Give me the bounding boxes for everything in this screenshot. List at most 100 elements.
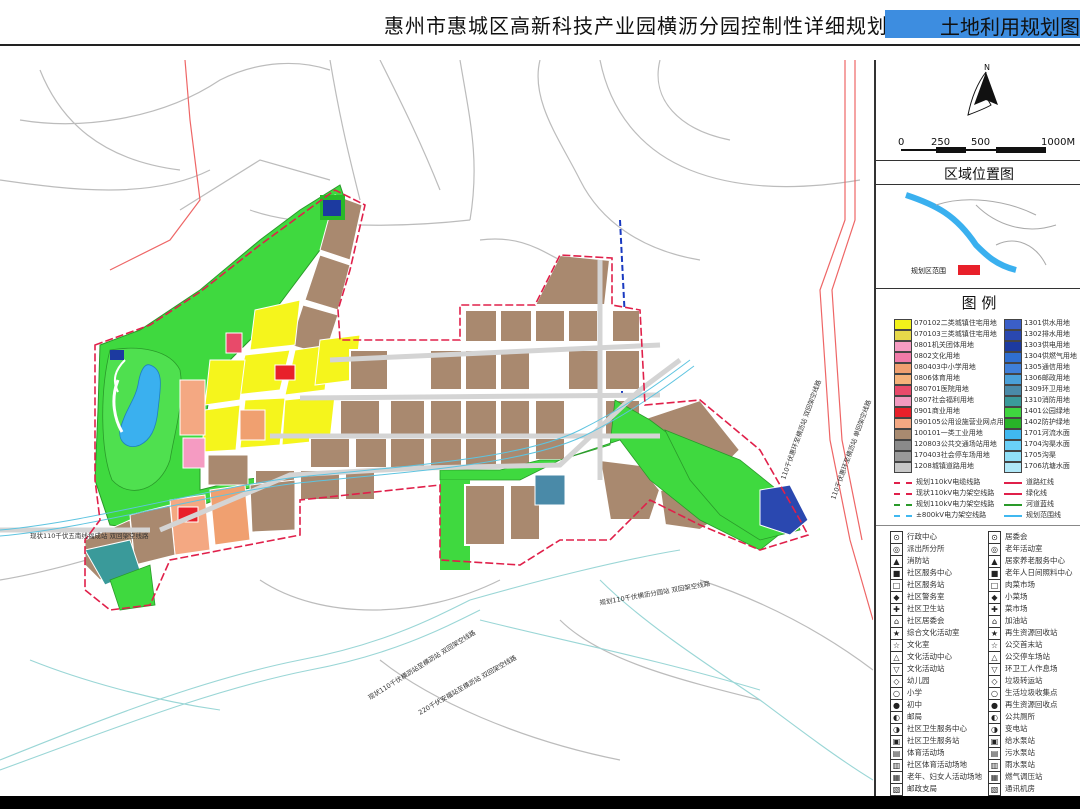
plan-range-marker	[958, 265, 980, 275]
legend-line-label: 规划110kV电缆线路	[916, 478, 981, 486]
legend-label: 080701医院用地	[914, 385, 969, 393]
legend-symbol-label: 初中	[907, 700, 922, 709]
legend-line-swatch	[894, 515, 912, 517]
legend-swatch	[1004, 407, 1022, 418]
legend-symbol-label: 燃气调压站	[1005, 772, 1043, 781]
scale-tick-1000: 1000M	[1041, 137, 1075, 148]
legend-label: 1309环卫用地	[1024, 385, 1070, 393]
legend-symbol-label: 给水泵站	[1005, 736, 1035, 745]
legend-swatch	[894, 374, 912, 385]
legend-swatch	[894, 352, 912, 363]
legend-symbol-label: 加油站	[1005, 616, 1028, 625]
legend-swatch	[1004, 341, 1022, 352]
sheet-name: 土地利用规划图	[940, 15, 1080, 39]
legend-label: 080403中小学用地	[914, 363, 976, 371]
legend-line-swatch	[894, 482, 912, 484]
legend-label: 120803公共交通场站用地	[914, 440, 997, 448]
legend-swatch	[1004, 385, 1022, 396]
legend-line-swatch	[894, 504, 912, 506]
legend-label: 1301供水用地	[1024, 319, 1070, 327]
north-label: N	[984, 63, 990, 72]
scale-section: N 0 250 500 1000M	[898, 63, 1075, 153]
scale-tick-0: 0	[898, 137, 904, 148]
legend-symbol-label: 邮局	[907, 712, 922, 721]
legend-swatch	[1004, 396, 1022, 407]
legend-swatch	[894, 418, 912, 429]
legend-symbol-label: 垃圾转运站	[1005, 676, 1043, 685]
legend-line-label: 现状110kV电力架空线路	[916, 489, 995, 497]
legend-label: 1302排水用地	[1024, 330, 1070, 338]
legend-symbol-label: 综合文化活动室	[907, 628, 960, 637]
legend-symbol-label: 邮政支局	[907, 784, 937, 793]
title-bar: 惠州市惠城区高新科技产业园横沥分园控制性详细规划 土地利用规划图	[0, 0, 1080, 46]
legend-swatch	[894, 429, 912, 440]
scale-tick-250: 250	[931, 137, 950, 148]
legend-line-label: 道路红线	[1026, 478, 1054, 486]
legend-line-label: 河道蓝线	[1026, 500, 1054, 508]
legend-symbol-label: 公共厕所	[1005, 712, 1035, 721]
legend-label: 0807社会福利用地	[914, 396, 974, 404]
legend-label: 1305通信用地	[1024, 363, 1070, 371]
legend-label: 1304供燃气用地	[1024, 352, 1077, 360]
legend-symbol-label: 幼儿园	[907, 676, 930, 685]
legend-line-label: 规划110kV电力架空线路	[916, 500, 995, 508]
legend-symbol-label: 居家养老服务中心	[1005, 556, 1065, 565]
legend-swatch	[894, 396, 912, 407]
legend-symbol-label: 环卫工人作息场	[1005, 664, 1058, 673]
legend-symbol-label: 社区服务中心	[907, 568, 952, 577]
legend-symbol-label: 社区卫生服务中心	[907, 724, 967, 733]
legend-swatch	[894, 440, 912, 451]
legend-symbol-label: 变电站	[1005, 724, 1028, 733]
plan-range-label: 规划区范围	[911, 266, 946, 275]
legend-symbol-label: 社区卫生服务站	[907, 736, 960, 745]
legend-line-swatch	[1004, 515, 1022, 517]
legend-symbol-label: 公交首末站	[1005, 640, 1043, 649]
legend-swatch	[894, 319, 912, 330]
legend-symbol-label: 居委会	[1005, 532, 1028, 541]
legend-label: 070102二类城镇住宅用地	[914, 319, 997, 327]
legend-label: 100101一类工业用地	[914, 429, 983, 437]
legend-swatch	[1004, 363, 1022, 374]
plan-sheet: 惠州市惠城区高新科技产业园横沥分园控制性详细规划 土地利用规划图 现状110千伏…	[0, 0, 1080, 796]
land-use-map[interactable]: 现状110千伏五南线福成站 双回架空线路 现状110千伏横沥站至横沥站 双回架空…	[0, 60, 873, 796]
legend-symbol-label: 通讯机房	[1005, 784, 1035, 793]
legend-swatch	[894, 385, 912, 396]
legend-label: 1705沟渠	[1024, 451, 1056, 459]
legend-line-label: 绿化线	[1026, 489, 1047, 497]
legend-line-label: 规划范围线	[1026, 511, 1061, 519]
facility-symbol-icon: ▧	[890, 783, 903, 796]
legend-symbol-label: 消防站	[907, 556, 930, 565]
legend-swatch	[894, 341, 912, 352]
legend-symbol-label: 文化活动站	[907, 664, 945, 673]
legend-symbol-label: 小学	[907, 688, 922, 697]
location-map: 规划区范围	[905, 192, 1057, 275]
legend-label: 1306邮政用地	[1024, 374, 1070, 382]
legend-swatch	[1004, 462, 1022, 473]
legend-swatch	[1004, 330, 1022, 341]
legend-symbol-label: 文化活动中心	[907, 652, 952, 661]
legend-swatch	[894, 451, 912, 462]
legend-panel: N 0 250 500 1000M 区域位置图 规划区范围 图 例 070102…	[874, 60, 1080, 796]
legend-swatch	[1004, 451, 1022, 462]
legend-line-swatch	[1004, 493, 1022, 495]
legend-symbol-label: 老年、妇女人活动场地	[907, 772, 982, 781]
legend-swatch	[1004, 440, 1022, 451]
legend-symbol-label: 社区服务站	[907, 580, 945, 589]
legend-label: 0901商业用地	[914, 407, 960, 415]
legend-label: 0802文化用地	[914, 352, 960, 360]
legend-label: 1706坑塘水面	[1024, 462, 1070, 470]
legend-symbol-label: 老年活动室	[1005, 544, 1043, 553]
legend-line-swatch	[894, 493, 912, 495]
legend-symbol-label: 污水泵站	[1005, 748, 1035, 757]
legend-swatch	[894, 363, 912, 374]
legend-symbol-label: 体育活动场	[907, 748, 945, 757]
map-label-road-1: 现状110千伏五南线福成站 双回架空线路	[30, 531, 149, 540]
legend-symbol-label: 菜市场	[1005, 604, 1028, 613]
legend-symbol-label: 行政中心	[907, 532, 937, 541]
legend-label: 070103三类城镇住宅用地	[914, 330, 997, 338]
legend-label: 1402防护绿地	[1024, 418, 1070, 426]
legend-swatch	[1004, 418, 1022, 429]
legend-label: 1701河流水面	[1024, 429, 1070, 437]
legend-label: 1310消防用地	[1024, 396, 1070, 404]
legend-swatch	[1004, 374, 1022, 385]
